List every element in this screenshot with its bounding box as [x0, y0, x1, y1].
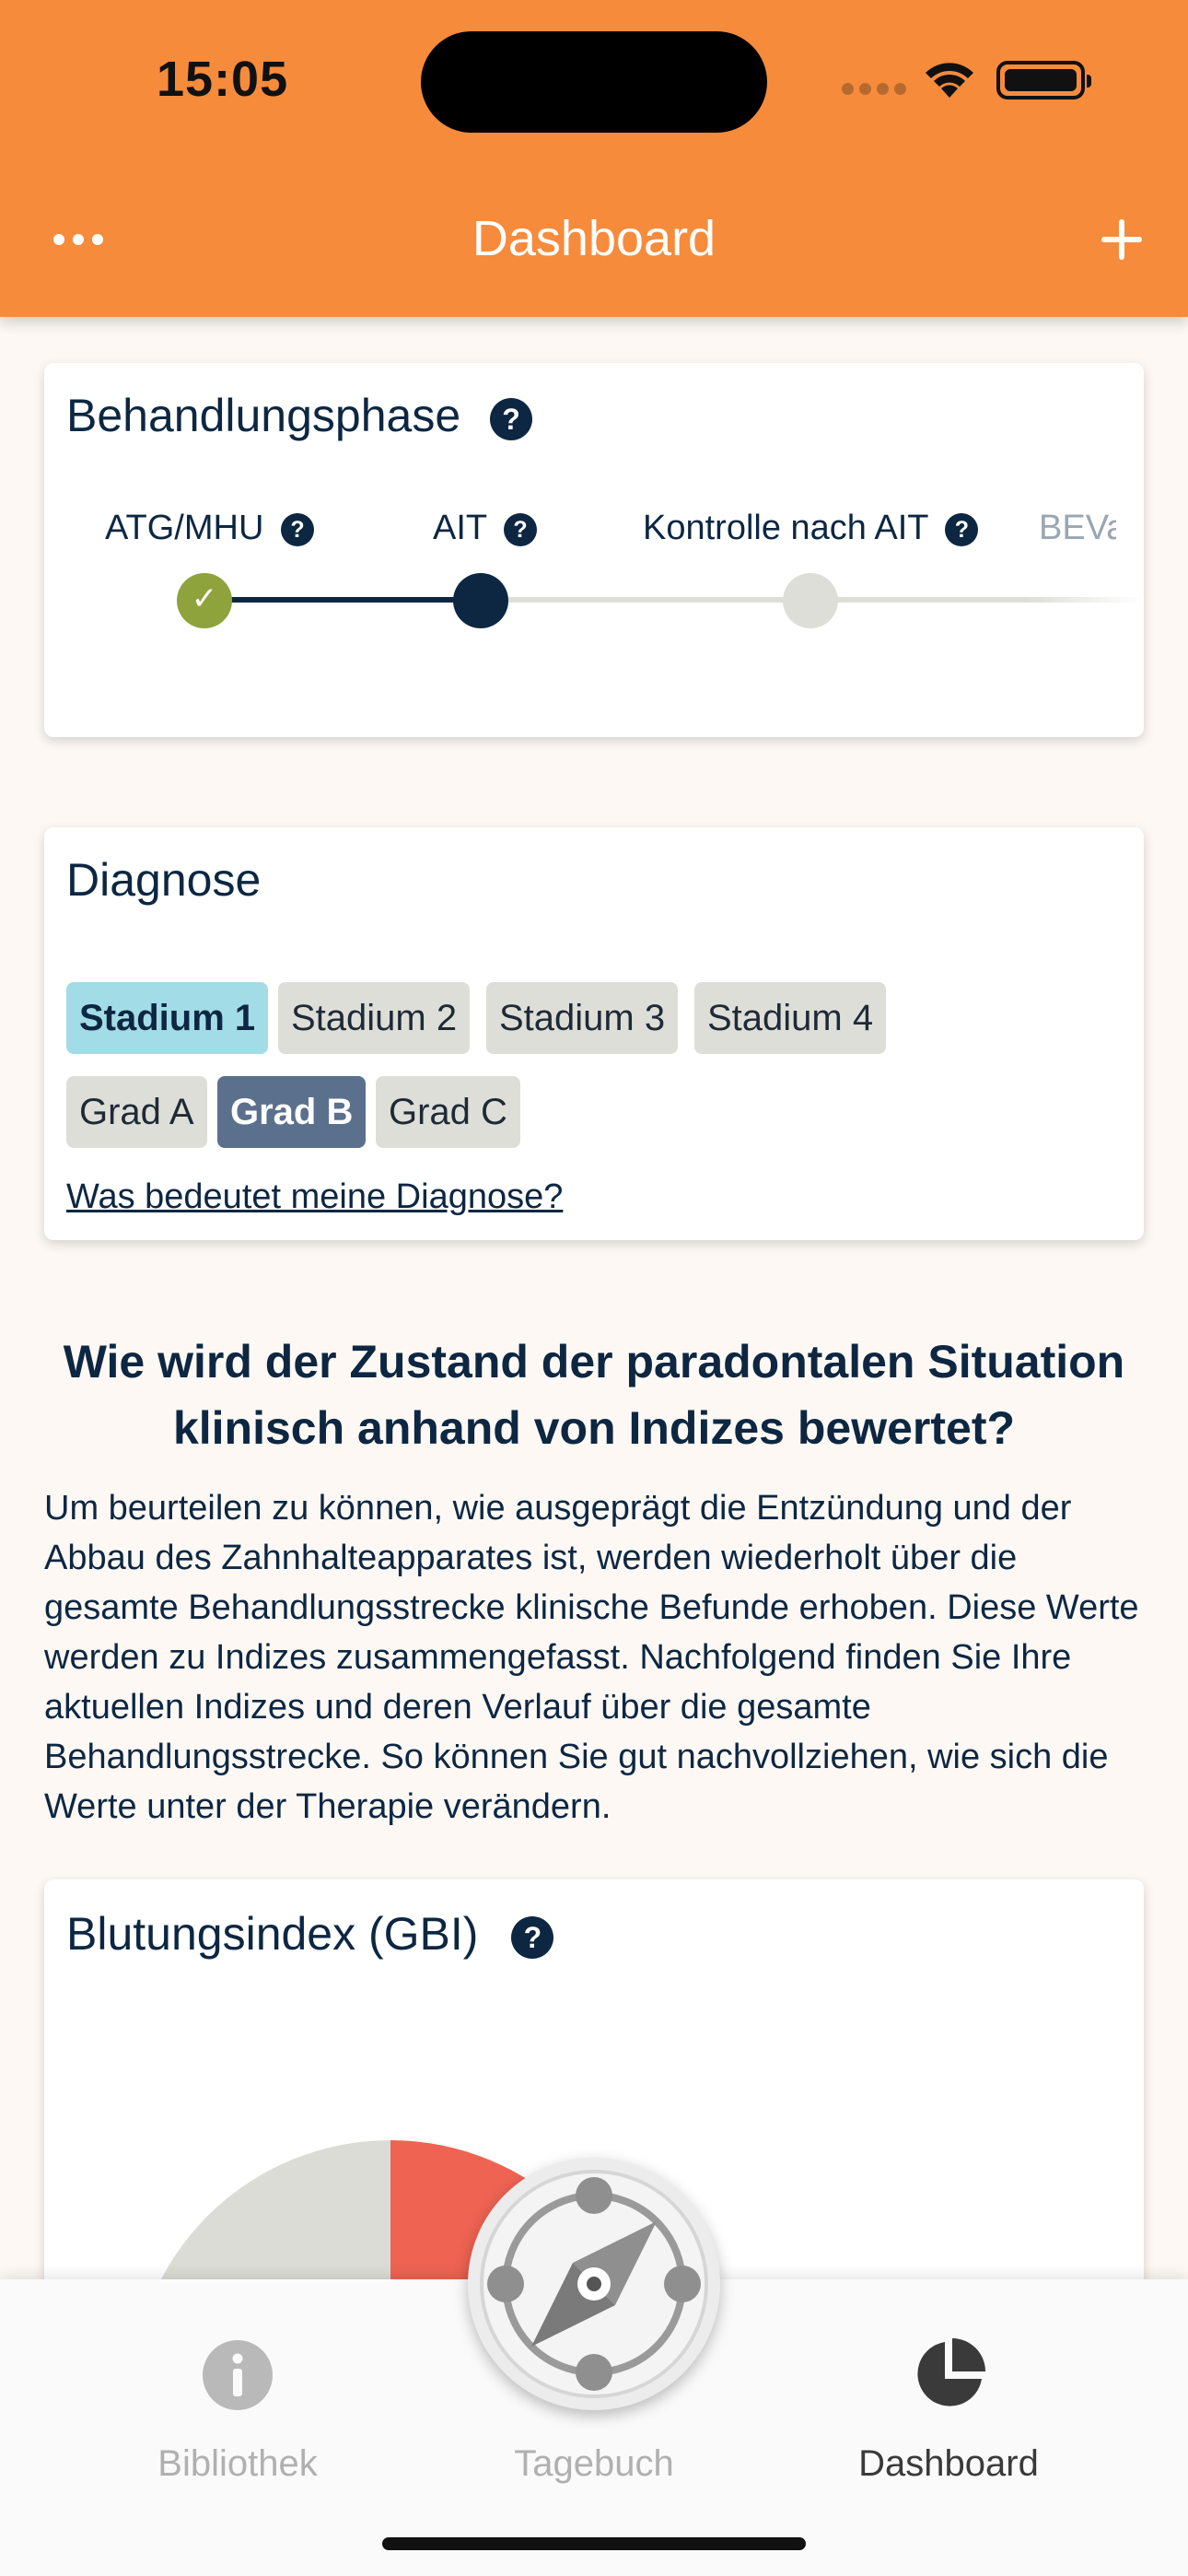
battery-icon	[996, 61, 1091, 100]
stadium-4-tag[interactable]: Stadium 4	[694, 982, 887, 1054]
tab-label: Bibliothek	[157, 2443, 318, 2484]
section-heading: Wie wird der Zustand der paradontalen Si…	[63, 1336, 1125, 1454]
signal-icon	[842, 83, 906, 96]
app-header: 15:05 Dashboard	[0, 0, 1188, 317]
help-icon[interactable]: ?	[945, 512, 979, 546]
step-done-dot: ✓	[177, 573, 232, 628]
status-time: 15:05	[157, 52, 289, 107]
diagnosis-info-link[interactable]: Was bedeutet meine Diagnose?	[66, 1177, 563, 1217]
phase-card-header: Behandlungsphase ?	[66, 389, 533, 442]
pie-chart-icon	[917, 2338, 985, 2406]
timeline-progress	[204, 597, 481, 603]
help-icon[interactable]: ?	[490, 397, 533, 440]
phase-step-label: ATG/MHU	[105, 509, 264, 547]
wifi-icon	[926, 63, 973, 98]
phase-step-atg[interactable]: ATG/MHU ?	[105, 509, 314, 548]
tab-label: Tagebuch	[514, 2443, 674, 2484]
phase-step-label: BEVa	[1039, 509, 1116, 547]
home-indicator	[382, 2537, 806, 2550]
tab-bibliothek[interactable]: Bibliothek	[99, 2279, 376, 2519]
tab-dashboard[interactable]: Dashboard	[810, 2279, 1087, 2519]
grade-a-tag[interactable]: Grad A	[66, 1076, 207, 1148]
phase-step-ait[interactable]: AIT ?	[433, 509, 537, 548]
section-body: Um beurteilen zu können, wie ausgeprägt …	[44, 1489, 1139, 1826]
diagnosis-card-title: Diagnose	[66, 854, 262, 906]
phase-step-label: Kontrolle nach AIT	[643, 509, 928, 547]
help-icon[interactable]: ?	[504, 512, 537, 546]
phase-step-kontrolle[interactable]: Kontrolle nach AIT ?	[643, 509, 979, 548]
page-title: Dashboard	[472, 211, 716, 266]
help-icon[interactable]: ?	[280, 512, 314, 546]
stadium-1-tag[interactable]: Stadium 1	[66, 982, 269, 1054]
grade-b-tag[interactable]: Grad B	[217, 1076, 367, 1148]
phase-step-label: AIT	[433, 509, 487, 547]
phase-card-title: Behandlungsphase	[66, 390, 461, 441]
step-current-dot	[453, 573, 508, 628]
dynamic-island	[421, 31, 767, 133]
tagebuch-fab[interactable]	[468, 2158, 720, 2410]
stadium-3-tag[interactable]: Stadium 3	[486, 982, 679, 1054]
stadium-2-tag[interactable]: Stadium 2	[278, 982, 471, 1054]
compass-icon	[480, 2170, 708, 2398]
phase-card: Behandlungsphase ? ATG/MHU ? AIT ? Kontr…	[44, 363, 1144, 737]
add-button[interactable]	[1101, 219, 1142, 260]
step-upcoming-dot	[783, 573, 838, 628]
diagnosis-card: Diagnose Stadium 1 Stadium 2 Stadium 3 S…	[44, 827, 1144, 1240]
tab-label: Dashboard	[858, 2443, 1039, 2484]
check-icon: ✓	[191, 581, 218, 616]
grade-c-tag[interactable]: Grad C	[376, 1076, 520, 1148]
phase-step-beva[interactable]: BEVa	[1039, 509, 1116, 548]
info-icon	[203, 2340, 273, 2410]
